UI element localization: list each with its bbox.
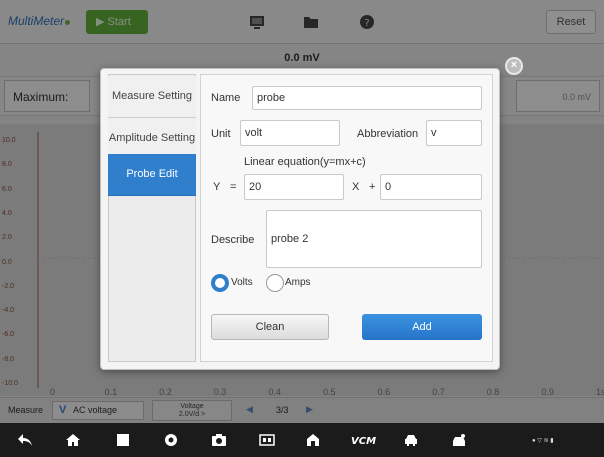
volts-label: Volts	[231, 277, 253, 288]
add-button[interactable]: Add	[362, 314, 482, 340]
abbreviation-label: Abbreviation	[357, 128, 419, 140]
tab-measure-setting[interactable]: Measure Setting	[108, 76, 196, 118]
unit-field[interactable]: volt	[240, 120, 340, 146]
recent-apps-icon[interactable]	[112, 430, 134, 450]
vcm-icon[interactable]: VCM	[350, 430, 378, 450]
svg-text:VCM: VCM	[351, 436, 376, 446]
status-icons: ● ▽ ≋ ▮	[532, 438, 554, 444]
abbreviation-field[interactable]: v	[426, 120, 482, 146]
browser-icon[interactable]	[160, 430, 182, 450]
house-icon[interactable]	[302, 430, 324, 450]
camera-icon[interactable]	[208, 430, 230, 450]
name-label: Name	[211, 92, 241, 104]
amps-radio[interactable]	[266, 274, 284, 292]
y-label: Y	[213, 181, 221, 193]
equals-sign: =	[230, 181, 237, 193]
describe-label: Describe	[211, 234, 255, 246]
x-label: X	[352, 181, 360, 193]
service-icon[interactable]	[448, 430, 470, 450]
volts-radio[interactable]	[211, 274, 229, 292]
slope-field[interactable]: 20	[244, 174, 344, 200]
tab-probe-edit[interactable]: Probe Edit	[108, 154, 196, 196]
clean-button[interactable]: Clean	[211, 314, 329, 340]
describe-field[interactable]: probe 2	[266, 210, 482, 268]
amps-label: Amps	[285, 277, 311, 288]
gallery-icon[interactable]	[256, 430, 278, 450]
close-icon[interactable]: ×	[505, 57, 523, 75]
name-field[interactable]: probe	[252, 86, 482, 110]
car-icon[interactable]	[400, 430, 422, 450]
home-icon[interactable]	[62, 430, 84, 450]
offset-field[interactable]: 0	[380, 174, 482, 200]
equation-label: Linear equation(y=mx+c)	[244, 156, 366, 168]
unit-label: Unit	[211, 128, 231, 140]
back-icon[interactable]	[14, 430, 36, 450]
plus-sign: +	[369, 181, 376, 193]
